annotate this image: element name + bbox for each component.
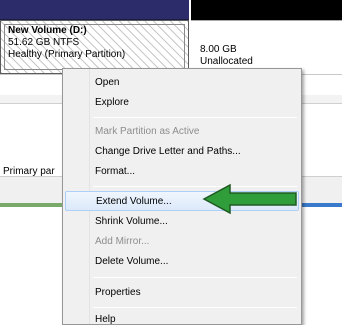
menu-item-label: Add Mirror... (95, 236, 150, 247)
unallocated-header-bar (191, 0, 342, 20)
menu-item-shrink-volume[interactable]: Shrink Volume... (65, 212, 299, 232)
menu-item-label: Shrink Volume... (95, 216, 168, 227)
menu-item-change-drive-letter[interactable]: Change Drive Letter and Paths... (65, 142, 299, 162)
menu-item-label: Extend Volume... (96, 196, 172, 207)
left-arrow-icon (202, 183, 297, 215)
menu-item-mark-active[interactable]: Mark Partition as Active (65, 122, 299, 142)
menu-item-help[interactable]: Help (65, 310, 299, 325)
unallocated-size: 8.00 GB (200, 44, 237, 55)
menu-item-label: Mark Partition as Active (95, 126, 200, 137)
menu-item-explore[interactable]: Explore (65, 93, 299, 113)
menu-item-label: Change Drive Letter and Paths... (95, 146, 241, 157)
partition-header-bar (0, 0, 189, 20)
partition-size: 51.62 GB NTFS (8, 37, 80, 48)
legend-other-bar (300, 203, 342, 207)
menu-item-label: Format... (95, 166, 136, 177)
menu-item-delete-volume[interactable]: Delete Volume... (65, 252, 299, 272)
menu-separator (93, 307, 297, 308)
menu-item-format[interactable]: Format... (65, 162, 299, 182)
menu-item-label: Help (95, 314, 116, 325)
menu-item-label: Open (95, 77, 120, 88)
menu-item-properties[interactable]: Properties (65, 283, 299, 303)
legend-primary-label: Primary par (3, 166, 55, 177)
menu-separator (93, 277, 297, 278)
unallocated-status: Unallocated (200, 56, 253, 67)
menu-item-open[interactable]: Open (65, 73, 299, 93)
menu-item-label: Explore (95, 97, 129, 108)
menu-item-add-mirror[interactable]: Add Mirror... (65, 232, 299, 252)
menu-item-label: Properties (95, 287, 141, 298)
partition-status: Healthy (Primary Partition) (8, 49, 126, 60)
menu-separator (93, 117, 297, 118)
menu-item-label: Delete Volume... (95, 256, 169, 267)
partition-name: New Volume (D:) (8, 25, 87, 36)
